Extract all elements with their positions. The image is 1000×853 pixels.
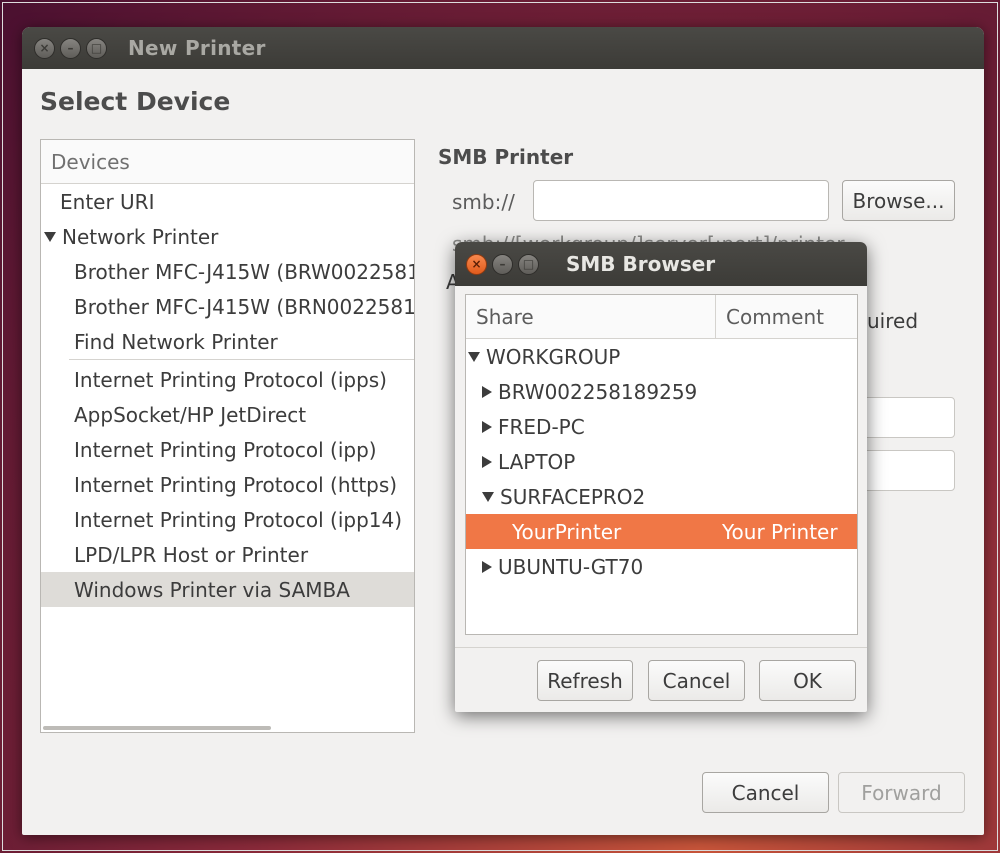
maximize-icon[interactable]: □ (86, 37, 107, 59)
window-titlebar[interactable]: × – □ New Printer (22, 27, 984, 69)
tree-row-surfacepro2[interactable]: SURFACEPRO2 (466, 479, 857, 514)
window-title: New Printer (128, 36, 266, 60)
device-item-lpd[interactable]: LPD/LPR Host or Printer (41, 537, 414, 572)
page-title: Select Device (40, 87, 231, 116)
minimize-icon[interactable]: – (492, 253, 513, 275)
row-name: SURFACEPRO2 (500, 484, 646, 509)
tree-header: Share Comment (466, 295, 857, 339)
expander-right-icon[interactable] (482, 385, 492, 398)
expander-down-icon[interactable] (482, 491, 494, 502)
device-item-brother-brn[interactable]: Brother MFC-J415W (BRN002258189259) (41, 289, 414, 324)
row-name: WORKGROUP (486, 344, 621, 369)
close-icon[interactable]: × (34, 37, 55, 59)
forward-button[interactable]: Forward (838, 772, 965, 813)
smb-printer-label: SMB Printer (438, 145, 574, 169)
expander-right-icon[interactable] (482, 455, 492, 468)
username-input[interactable] (862, 397, 955, 438)
device-item-ipp[interactable]: Internet Printing Protocol (ipp) (41, 432, 414, 467)
share-tree[interactable]: Share Comment WORKGROUP BRW002258189259 … (465, 294, 858, 635)
expander-right-icon[interactable] (482, 560, 492, 573)
device-item-find-network-printer[interactable]: Find Network Printer (41, 324, 414, 359)
maximize-icon[interactable]: □ (518, 253, 539, 275)
device-group-network-printer[interactable]: Network Printer (41, 219, 414, 254)
minimize-icon[interactable]: – (60, 37, 81, 59)
dialog-titlebar[interactable]: × – □ SMB Browser (455, 242, 867, 286)
device-group-label: Network Printer (62, 224, 219, 249)
smb-browser-dialog: × – □ SMB Browser Share Comment WORKGROU… (455, 242, 867, 712)
tree-row-ubuntu-gt70[interactable]: UBUNTU-GT70 (466, 549, 857, 584)
smb-prefix-label: smb:// (452, 190, 515, 214)
dialog-title: SMB Browser (566, 252, 716, 276)
devices-list[interactable]: Devices Enter URI Network Printer Brothe… (40, 139, 415, 733)
expander-down-icon[interactable] (44, 231, 56, 242)
comment-column-header[interactable]: Comment (716, 295, 824, 338)
horizontal-scrollbar[interactable] (43, 726, 271, 730)
tree-row-fred-pc[interactable]: FRED-PC (466, 409, 857, 444)
tree-row-workgroup[interactable]: WORKGROUP (466, 339, 857, 374)
tree-row-brw[interactable]: BRW002258189259 (466, 374, 857, 409)
device-item-brother-brw[interactable]: Brother MFC-J415W (BRW002258189259) (41, 254, 414, 289)
close-icon[interactable]: × (466, 253, 487, 275)
dialog-separator (455, 647, 867, 648)
cancel-button[interactable]: Cancel (702, 772, 829, 813)
expander-down-icon[interactable] (468, 351, 480, 362)
row-name: UBUNTU-GT70 (498, 554, 644, 579)
device-item-ipp14[interactable]: Internet Printing Protocol (ipp14) (41, 502, 414, 537)
row-name: YourPrinter (512, 519, 622, 544)
device-item-ipps[interactable]: Internet Printing Protocol (ipps) (69, 359, 414, 397)
row-name: FRED-PC (498, 414, 585, 439)
device-item-appsocket[interactable]: AppSocket/HP JetDirect (41, 397, 414, 432)
dialog-cancel-button[interactable]: Cancel (648, 660, 745, 701)
smb-uri-input[interactable] (533, 180, 829, 221)
device-item-samba[interactable]: Windows Printer via SAMBA (41, 572, 414, 607)
refresh-button[interactable]: Refresh (537, 660, 633, 701)
browse-button[interactable]: Browse... (842, 180, 955, 221)
auth-required-partial: uired (867, 309, 919, 333)
tree-row-yourprinter[interactable]: YourPrinter Your Printer (466, 514, 857, 549)
row-name: LAPTOP (498, 449, 576, 474)
share-column-header[interactable]: Share (466, 295, 716, 338)
device-item-https[interactable]: Internet Printing Protocol (https) (41, 467, 414, 502)
row-name: BRW002258189259 (498, 379, 698, 404)
device-item-enter-uri[interactable]: Enter URI (41, 184, 414, 219)
devices-column-header[interactable]: Devices (41, 140, 414, 184)
row-comment: Your Printer (722, 519, 838, 544)
password-input[interactable] (862, 450, 955, 491)
tree-row-laptop[interactable]: LAPTOP (466, 444, 857, 479)
ok-button[interactable]: OK (759, 660, 856, 701)
expander-right-icon[interactable] (482, 420, 492, 433)
